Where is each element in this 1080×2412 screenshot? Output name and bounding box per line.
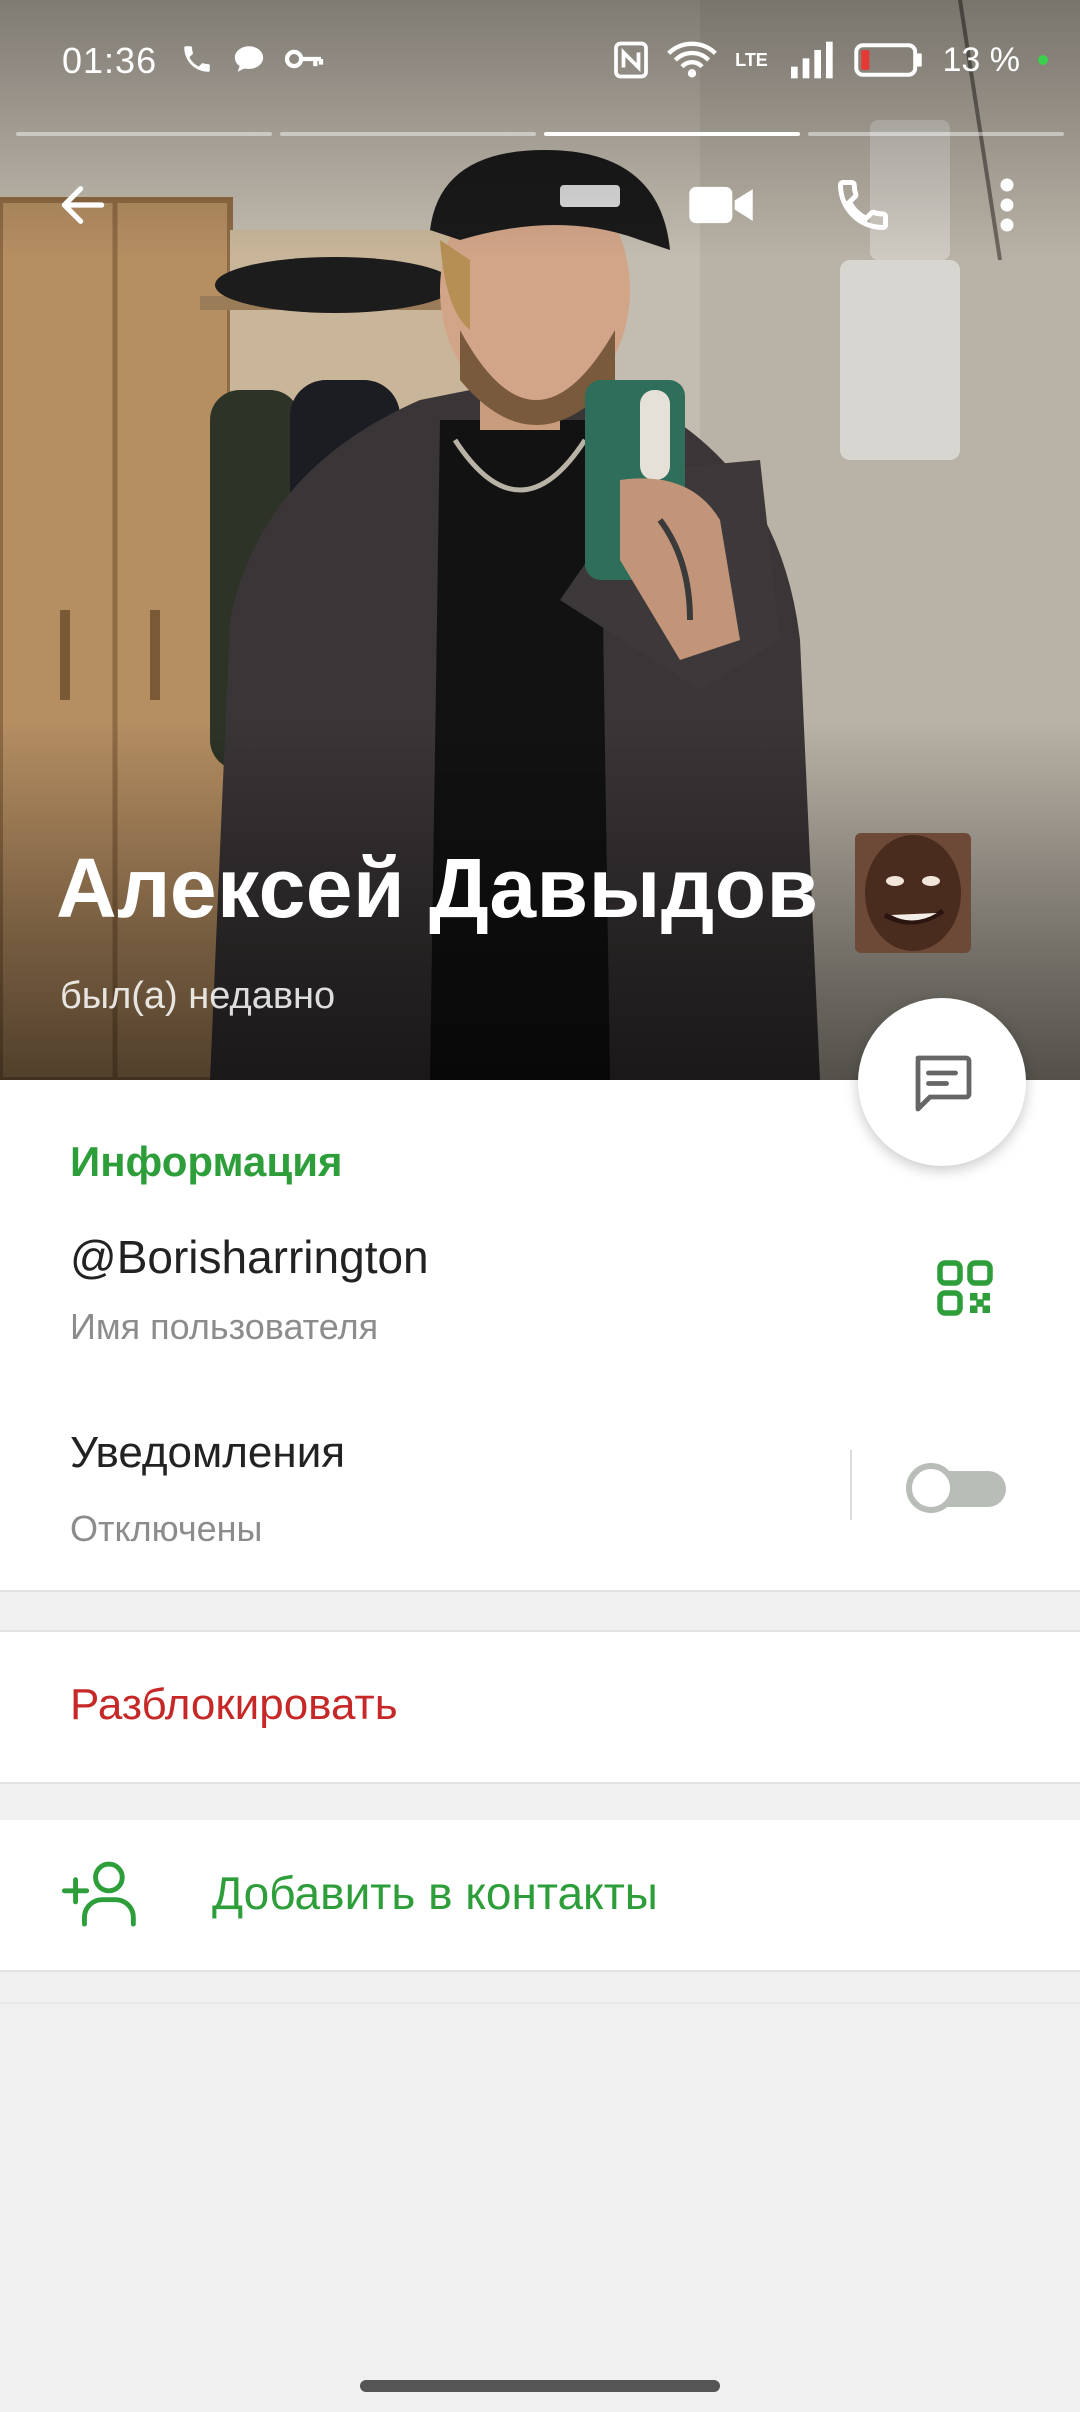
back-button[interactable] xyxy=(38,160,128,250)
qr-code-icon xyxy=(937,1260,993,1316)
battery-icon xyxy=(853,43,922,77)
back-arrow-icon xyxy=(61,186,105,224)
last-seen-status: был(а) недавно xyxy=(60,975,336,1017)
username-value[interactable]: @Borisharrington xyxy=(70,1230,429,1284)
add-to-contacts-label: Добавить в контакты xyxy=(212,1867,658,1919)
more-vert-icon xyxy=(1000,178,1014,232)
qr-code-button[interactable] xyxy=(935,1258,1007,1330)
profile-name: Алексей Давыдов xyxy=(56,841,819,935)
photo-progress-segment-active xyxy=(544,132,800,136)
notifications-divider xyxy=(850,1450,852,1520)
photo-progress-segment xyxy=(16,132,272,136)
photo-progress-bar xyxy=(16,132,1064,136)
more-options-button[interactable] xyxy=(962,160,1052,250)
add-to-contacts-button[interactable]: Добавить в контакты xyxy=(0,1820,1080,1970)
status-time: 01:36 xyxy=(62,40,158,81)
signal-icon xyxy=(790,41,833,79)
phone-icon xyxy=(837,180,888,231)
username-label: Имя пользователя xyxy=(70,1306,379,1347)
status-bar: 01:36 LTE 13 % xyxy=(0,0,1080,120)
unblock-button[interactable]: Разблокировать xyxy=(0,1632,1080,1782)
video-call-icon xyxy=(689,186,753,224)
unblock-label: Разблокировать xyxy=(70,1680,398,1729)
volte-icon: LTE xyxy=(735,50,768,70)
notifications-title: Уведомления xyxy=(70,1428,346,1477)
top-toolbar xyxy=(0,160,1080,250)
battery-percent: 13 % xyxy=(942,40,1021,79)
home-indicator[interactable] xyxy=(360,2380,720,2392)
info-section-title: Информация xyxy=(70,1138,343,1185)
chat-status-icon xyxy=(234,46,264,72)
wifi-icon xyxy=(666,41,717,78)
video-call-button[interactable] xyxy=(676,160,766,250)
call-status-icon xyxy=(184,46,210,72)
notifications-state: Отключены xyxy=(70,1508,263,1549)
photo-progress-segment xyxy=(808,132,1064,136)
emoji-status-icon[interactable] xyxy=(855,833,971,953)
message-icon xyxy=(915,1055,972,1112)
privacy-indicator-dot xyxy=(1038,55,1048,65)
nfc-icon xyxy=(613,41,648,79)
voice-call-button[interactable] xyxy=(818,160,908,250)
vpn-key-icon xyxy=(284,49,324,69)
send-message-button[interactable] xyxy=(858,998,1026,1166)
add-person-icon xyxy=(62,1861,136,1927)
notifications-toggle[interactable] xyxy=(906,1463,1008,1513)
photo-progress-segment xyxy=(280,132,536,136)
